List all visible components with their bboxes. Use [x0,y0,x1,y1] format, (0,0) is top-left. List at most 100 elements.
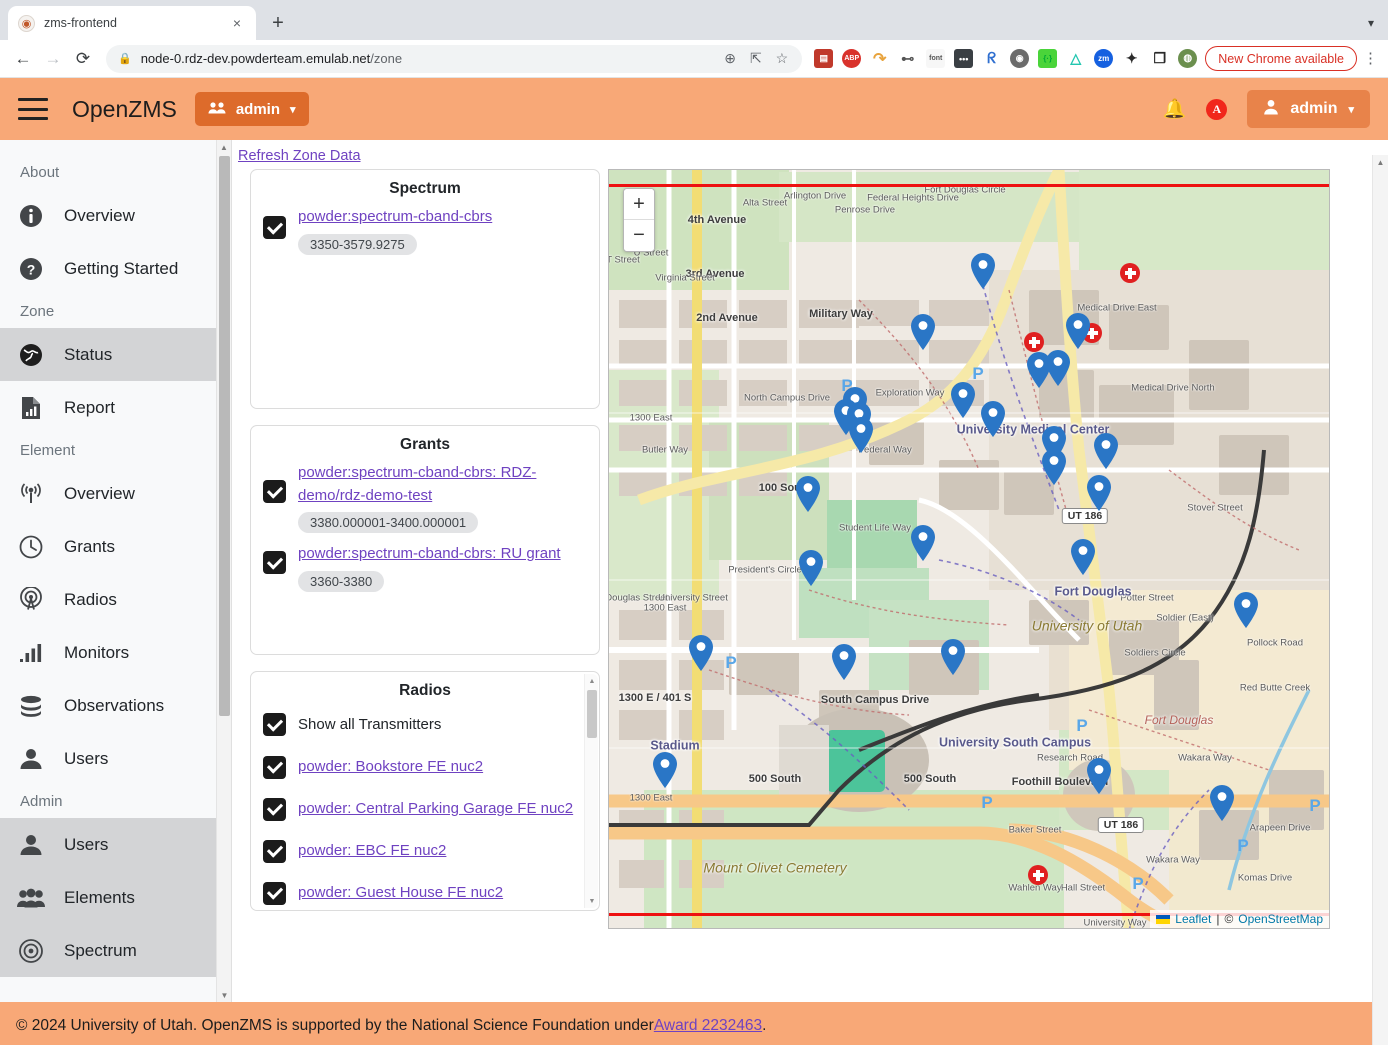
sidebar-item-admin-users[interactable]: Users [0,818,231,871]
sidebar-item-zone-report[interactable]: Report [0,381,231,434]
grants-row-checkbox[interactable] [263,551,286,574]
map-marker-pin[interactable] [688,634,714,672]
font-extension-icon[interactable]: font [926,49,946,68]
map-marker-pin[interactable] [1065,312,1091,350]
new-tab-button[interactable]: + [264,9,292,37]
radios-scrollbar-thumb[interactable] [587,690,597,738]
redirect-extension-icon[interactable]: ↷ [870,49,889,68]
address-bar[interactable]: 🔒 node-0.rdz-dev.powderteam.emulab.net/z… [106,44,803,73]
map-marker-pin[interactable] [1233,591,1259,629]
map-marker-pin[interactable] [980,400,1006,438]
sidebar-item-label: Users [64,748,109,768]
tab-search-icon[interactable]: ▾ [1368,16,1374,30]
grant-link[interactable]: powder:spectrum-cband-cbrs: RU grant [298,545,561,562]
leaflet-map[interactable]: + − 4th Avenue 3rd Avenue 2nd Avenue Milita… [608,169,1330,929]
browser-tab[interactable]: ◉ zms-frontend × [8,6,256,40]
chrome-update-button[interactable]: New Chrome available [1205,46,1357,71]
sidebar-item-zone-status[interactable]: Status [0,328,231,381]
page-scrollbar[interactable]: ▲ [1372,155,1388,1045]
privacy-badger-extension-icon[interactable]: ◉ [1010,49,1030,68]
scroll-down-arrow-icon[interactable]: ▼ [585,894,599,908]
forward-button[interactable]: → [38,44,68,74]
map-zoom-in-button[interactable]: + [624,189,654,220]
sidebar-item-getting-started[interactable]: ? Getting Started [0,242,231,295]
map-marker-pin[interactable] [652,751,678,789]
scroll-up-arrow-icon[interactable]: ▲ [217,140,231,154]
map-marker-pin[interactable] [795,475,821,513]
openstreetmap-link[interactable]: OpenStreetMap [1238,912,1323,926]
award-link[interactable]: Award 2232463 [654,1017,762,1035]
bookmark-star-icon[interactable]: ☆ [776,50,789,67]
alert-badge[interactable]: A [1206,98,1228,120]
radio-link[interactable]: powder: Guest House FE nuc2 [298,882,503,905]
refresh-zone-data-link[interactable]: Refresh Zone Data [238,148,361,164]
hamburger-icon[interactable] [18,98,48,120]
sidebar-item-element-monitors[interactable]: Monitors [0,626,231,679]
radio-link[interactable]: powder: Bookstore FE nuc2 [298,756,483,779]
back-button[interactable]: ← [8,44,38,74]
raindrop-extension-icon[interactable]: ᖇ [982,49,1001,68]
bell-icon[interactable]: 🔔 [1163,97,1187,121]
grants-row-checkbox[interactable] [263,480,286,503]
puzzle-extensions-icon[interactable]: ✦ [1122,49,1141,68]
scroll-up-arrow-icon[interactable]: ▲ [1373,155,1388,169]
sidebar-item-element-observations[interactable]: Observations [0,679,231,732]
scroll-up-arrow-icon[interactable]: ▲ [585,674,599,688]
share-icon[interactable]: ⇱ [750,50,762,67]
map-zoom-out-button[interactable]: − [624,220,654,251]
pin-extension-icon[interactable]: ⊷ [898,49,917,68]
dark-reader-extension-icon[interactable]: ••• [954,49,974,68]
map-marker-pin[interactable] [798,549,824,587]
profile-avatar-icon[interactable]: ◍ [1178,49,1198,68]
radios-panel-scrollbar[interactable]: ▲ ▼ [584,674,598,908]
triangle-extension-icon[interactable]: △ [1066,49,1085,68]
leaflet-link[interactable]: Leaflet [1175,912,1211,926]
tab-close-icon[interactable]: × [228,15,246,31]
adblock-plus-extension-icon[interactable]: ABP [842,49,862,68]
user-menu-button[interactable]: admin ▾ [1247,90,1370,128]
sidebar-item-admin-spectrum[interactable]: Spectrum [0,924,231,977]
map-marker-pin[interactable] [1070,538,1096,576]
zoom-meeting-extension-icon[interactable]: zm [1094,49,1114,68]
radio-checkbox[interactable] [263,881,286,905]
radio-checkbox[interactable] [263,839,286,863]
sidebar-item-element-radios[interactable]: Radios [0,573,231,626]
sidebar-scrollbar[interactable]: ▲ ▼ [216,140,231,1002]
zoom-icon[interactable]: ⊕ [724,50,736,67]
map-marker-pin[interactable] [848,416,874,454]
show-all-transmitters-checkbox[interactable] [263,713,286,737]
radio-checkbox[interactable] [263,797,286,821]
radio-link[interactable]: powder: Central Parking Garage FE nuc2 [298,798,573,821]
map-marker-pin[interactable] [940,638,966,676]
spectrum-link[interactable]: powder:spectrum-cband-cbrs [298,208,492,225]
project-selector-button[interactable]: admin ▾ [194,92,309,126]
browser-menu-icon[interactable]: ⋮ [1363,51,1378,66]
map-marker-pin[interactable] [831,643,857,681]
code-extension-icon[interactable]: {·} [1038,49,1058,68]
side-panel-icon[interactable]: ❒ [1150,49,1169,68]
map-marker-pin[interactable] [1209,784,1235,822]
sidebar-scrollbar-thumb[interactable] [219,156,230,716]
scroll-down-arrow-icon[interactable]: ▼ [217,988,231,1002]
map-marker-pin[interactable] [910,313,936,351]
report-file-icon [16,395,46,421]
map-marker-pin[interactable] [1093,432,1119,470]
sidebar-item-about-overview[interactable]: Overview [0,189,231,242]
map-marker-pin[interactable] [1041,448,1067,486]
map-marker-pin[interactable] [950,381,976,419]
tab-manager-extension-icon[interactable]: ▤ [814,49,834,68]
map-marker-pin[interactable] [1086,757,1112,795]
map-marker-pin[interactable] [1086,474,1112,512]
radio-checkbox[interactable] [263,755,286,779]
map-marker-pin[interactable] [910,524,936,562]
sidebar-item-element-overview[interactable]: Overview [0,467,231,520]
map-marker-pin[interactable] [970,252,996,290]
reload-button[interactable]: ⟳ [68,44,98,74]
sidebar-item-admin-elements[interactable]: Elements [0,871,231,924]
sidebar-item-element-grants[interactable]: Grants [0,520,231,573]
sidebar-item-element-users[interactable]: Users [0,732,231,785]
radio-link[interactable]: powder: EBC FE nuc2 [298,840,446,863]
map-marker-pin[interactable] [1045,349,1071,387]
spectrum-row-checkbox[interactable] [263,216,286,239]
grant-link[interactable]: powder:spectrum-cband-cbrs: RDZ-demo/rdz… [298,464,536,504]
